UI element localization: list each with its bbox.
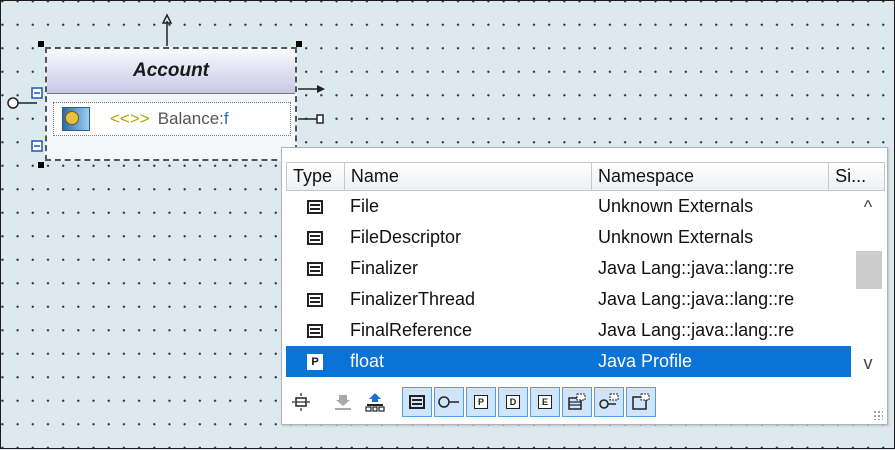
- interface-icon: [438, 396, 459, 408]
- resize-grip[interactable]: [873, 410, 883, 420]
- list-item[interactable]: Finalizer Java Lang::java::lang::re: [286, 253, 851, 284]
- attribute-text[interactable]: Balance:: [158, 109, 224, 129]
- item-namespace: Unknown Externals: [598, 227, 754, 247]
- move-up-button[interactable]: [360, 387, 390, 417]
- datatype-filter-button[interactable]: D: [498, 387, 528, 417]
- primitive-filter-button[interactable]: P: [466, 387, 496, 417]
- enumeration-filter-button[interactable]: E: [530, 387, 560, 417]
- uml-class-box[interactable]: Account <<>> Balance: f: [45, 47, 297, 161]
- chevron-down-icon[interactable]: v: [851, 349, 885, 377]
- scrollbar-thumb[interactable]: [856, 251, 882, 289]
- template-class-icon: [568, 393, 586, 410]
- attribute-typed-text[interactable]: f: [224, 109, 229, 129]
- template-type-filter-button[interactable]: [626, 387, 656, 417]
- item-namespace: Java Lang::java::lang::re: [598, 258, 795, 278]
- class-icon: [307, 199, 323, 214]
- column-header-type[interactable]: Type: [287, 163, 345, 190]
- column-header-name[interactable]: Name: [345, 163, 592, 190]
- datatype-icon: D: [506, 395, 520, 409]
- diagram-canvas[interactable]: Account <<>> Balance: f Type Name Namespa…: [0, 0, 895, 449]
- chevron-up-icon[interactable]: ^: [851, 193, 885, 221]
- item-name: File: [350, 196, 380, 216]
- item-namespace: Java Profile: [598, 351, 693, 371]
- primitive-type-icon: P: [307, 353, 323, 370]
- sun-grid-icon: [292, 393, 310, 411]
- list-scrollbar[interactable]: ^ v: [851, 191, 885, 377]
- list-item[interactable]: FinalizerThread Java Lang::java::lang::r…: [286, 284, 851, 315]
- class-icon: [409, 395, 425, 409]
- hierarchy-up-icon: [365, 393, 385, 412]
- list-item[interactable]: FinalReference Java Lang::java::lang::re: [286, 315, 851, 346]
- item-namespace: Java Lang::java::lang::re: [598, 320, 795, 340]
- list-item[interactable]: File Unknown Externals: [286, 191, 851, 222]
- item-namespace: Unknown Externals: [598, 196, 754, 216]
- selection-handle[interactable]: [38, 162, 44, 168]
- class-icon: [307, 261, 323, 276]
- item-namespace: Java Lang::java::lang::re: [598, 289, 795, 309]
- item-name: FileDescriptor: [350, 227, 462, 247]
- class-name[interactable]: Account: [47, 49, 295, 94]
- class-filter-button[interactable]: [402, 387, 432, 417]
- item-name: FinalizerThread: [350, 289, 476, 309]
- property-key-icon: [62, 107, 90, 131]
- class-icon: [307, 292, 323, 307]
- template-interface-filter-button[interactable]: [594, 387, 624, 417]
- popup-toolbar: P D E: [286, 384, 885, 420]
- class-icon: [307, 230, 323, 245]
- enumeration-icon: E: [538, 395, 552, 409]
- show-all-button[interactable]: [286, 387, 316, 417]
- column-header-namespace[interactable]: Namespace: [592, 163, 830, 190]
- interface-filter-button[interactable]: [434, 387, 464, 417]
- type-autocomplete-popup[interactable]: Type Name Namespace Si... File Unknown E…: [281, 147, 888, 425]
- item-name: Finalizer: [350, 258, 419, 278]
- template-class-filter-button[interactable]: [562, 387, 592, 417]
- column-header-size[interactable]: Si...: [829, 163, 884, 190]
- primitive-icon: P: [474, 395, 488, 409]
- key-icon: [65, 111, 79, 125]
- move-down-button[interactable]: [328, 387, 358, 417]
- list-item[interactable]: FileDescriptor Unknown Externals: [286, 222, 851, 253]
- list-item-selected[interactable]: P float Java Profile: [286, 346, 851, 377]
- attribute-row[interactable]: <<>> Balance: f: [53, 102, 291, 136]
- type-list[interactable]: File Unknown Externals FileDescriptor Un…: [286, 191, 851, 377]
- item-name: float: [350, 351, 385, 371]
- item-name: FinalReference: [350, 320, 473, 340]
- class-icon: [307, 323, 323, 338]
- template-interface-icon: [599, 393, 619, 409]
- selection-handle[interactable]: [38, 41, 44, 47]
- list-header: Type Name Namespace Si...: [286, 162, 885, 191]
- arrow-down-disabled-icon: [335, 395, 351, 410]
- attribute-stereotype: <<>>: [110, 109, 150, 128]
- template-type-icon: [632, 393, 650, 410]
